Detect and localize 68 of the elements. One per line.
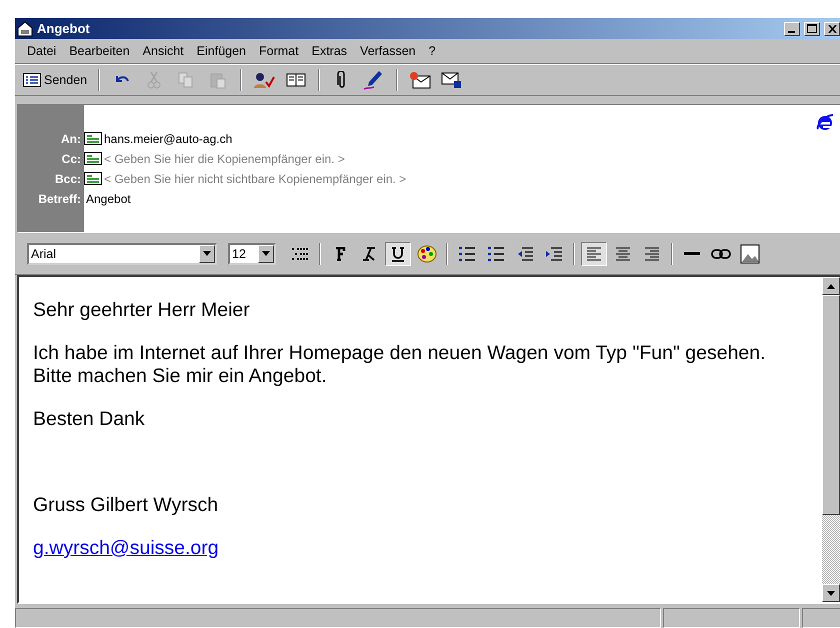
body-paragraph: Ich habe im Internet auf Ihrer Homepage den neuen Wagen vom Typ "Fun" gesehen. Bitte machen Sie mir ein Angebot. xyxy=(33,342,767,388)
numbered-list-icon xyxy=(458,246,476,262)
menu-item[interactable]: Datei xyxy=(21,42,64,60)
indent-icon xyxy=(545,246,563,262)
menu-item[interactable]: Verfassen xyxy=(354,42,423,60)
outdent-icon xyxy=(516,246,534,262)
field-label: Bcc: xyxy=(54,170,82,188)
scroll-up-icon xyxy=(827,284,835,288)
person-check-icon xyxy=(253,70,276,89)
menu-item[interactable]: ? xyxy=(422,42,443,60)
field-label: Cc: xyxy=(60,150,82,168)
bold-icon xyxy=(334,246,346,261)
address-card-icon xyxy=(84,152,102,166)
close-button[interactable] xyxy=(824,22,840,36)
align-right-icon xyxy=(644,246,660,261)
menu-item[interactable]: Format xyxy=(253,42,306,60)
field-value: hans.meier@auto-ag.ch xyxy=(103,132,232,146)
maximize-button[interactable] xyxy=(804,22,820,36)
field-label: Betreff: xyxy=(37,190,82,208)
address-card-icon xyxy=(84,172,102,186)
menu-item[interactable]: Bearbeiten xyxy=(63,42,137,60)
email-link[interactable]: g.wyrsch@suisse.org xyxy=(33,537,219,559)
send-button[interactable]: Senden xyxy=(21,70,90,89)
link-icon xyxy=(711,248,731,260)
menu-item[interactable]: Extras xyxy=(306,42,354,60)
underline-button[interactable] xyxy=(385,242,411,266)
text-field[interactable]: hans.meier@auto-ag.ch xyxy=(84,128,840,149)
scroll-down-icon xyxy=(827,590,835,596)
underline-icon xyxy=(391,246,405,262)
text-field[interactable]: Angebot xyxy=(84,188,840,209)
browser-logo-icon xyxy=(815,112,835,133)
address-card-icon xyxy=(84,132,102,146)
paperclip-icon xyxy=(337,70,348,89)
recipient-field[interactable]: < Geben Sie hier die Kopienempfänger ein. > xyxy=(84,148,840,169)
body-paragraph: Sehr geehrter Herr Meier xyxy=(33,299,251,322)
envelope-lock-icon xyxy=(441,70,464,89)
image-icon xyxy=(740,244,760,264)
dropdown-arrow-icon xyxy=(262,251,270,256)
field-value: Angebot xyxy=(85,192,131,206)
body-paragraph: Gruss Gilbert Wyrsch xyxy=(33,494,220,517)
paragraph-style-icon xyxy=(291,246,309,261)
recipient-field[interactable]: < Geben Sie hier nicht sichtbare Kopienempfänger ein. > xyxy=(84,168,840,189)
size-select[interactable]: 12 xyxy=(228,242,276,265)
font-select[interactable]: Arial xyxy=(27,242,217,265)
copy-icon xyxy=(177,70,196,89)
placeholder-text: < Geben Sie hier nicht sichtbare Kopienempfänger ein. > xyxy=(103,172,406,186)
message-body[interactable]: Sehr geehrter Herr Meier Ich habe im Internet auf Ihrer Homepage den neuen Wagen vom Typ "Fun" gesehen. Bitte machen Sie mir ein Angebot. Besten Dank Gruss Gilbert Wyrsch g.wyrsch@suisse.org xyxy=(17,275,840,604)
menu-item[interactable]: Einfügen xyxy=(190,42,254,60)
window-title: Angebot xyxy=(37,21,91,36)
vertical-scrollbar[interactable] xyxy=(822,277,840,602)
dropdown-arrow-icon xyxy=(203,251,211,256)
menu-item[interactable]: Ansicht xyxy=(136,42,191,60)
close-icon xyxy=(828,24,837,33)
paste-icon xyxy=(209,70,228,89)
envelope-seal-icon xyxy=(409,70,432,89)
field-label: An: xyxy=(60,130,82,148)
minimize-button[interactable] xyxy=(784,22,800,36)
placeholder-text: < Geben Sie hier die Kopienempfänger ein. > xyxy=(103,152,345,166)
address-book-icon xyxy=(286,72,306,88)
body-paragraph: Besten Dank xyxy=(33,408,146,431)
palette-icon xyxy=(417,244,437,264)
align-center-icon xyxy=(615,246,631,261)
italic-icon xyxy=(362,246,376,261)
align-left-button[interactable] xyxy=(581,242,607,266)
cut-icon xyxy=(147,70,162,89)
form-icon xyxy=(23,72,41,87)
bullet-list-icon xyxy=(487,246,505,262)
align-left-icon xyxy=(586,246,602,261)
